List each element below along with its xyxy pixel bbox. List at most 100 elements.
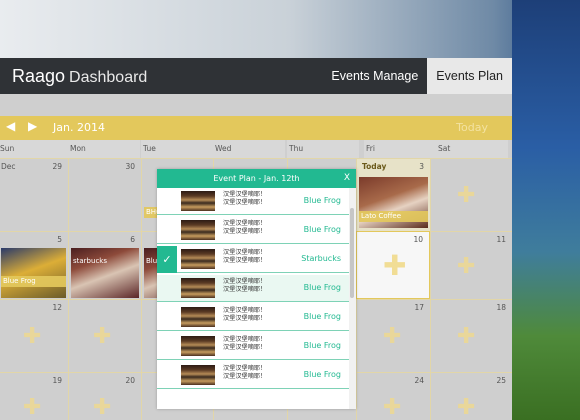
- calendar-day[interactable]: 24 ✚: [356, 372, 430, 420]
- day-number: 3: [419, 162, 424, 171]
- burger-thumbnail: [181, 365, 215, 385]
- calendar-day[interactable]: 19 ✚: [0, 372, 68, 420]
- day-number: 25: [496, 376, 506, 385]
- day-number: 17: [414, 303, 424, 312]
- day-number: 20: [125, 376, 135, 385]
- event-description: 汉堡汉堡嘀耶！ 汉堡汉堡嘀耶！: [223, 365, 267, 380]
- weekday-mon: Mon: [68, 140, 140, 158]
- dialog-header: Event Plan - Jan. 12th: [157, 169, 356, 188]
- day-number: 29: [52, 162, 62, 171]
- plus-icon[interactable]: ✚: [457, 397, 475, 419]
- burger-thumbnail: [181, 191, 215, 211]
- event-description: 汉堡汉堡嘀耶！ 汉堡汉堡嘀耶！: [223, 336, 267, 351]
- plus-icon[interactable]: ✚: [383, 397, 401, 419]
- burger-thumbnail: [181, 249, 215, 269]
- main-tabs: Events Manage Events Plan: [322, 58, 512, 94]
- chevron-right-icon[interactable]: ▶: [28, 119, 37, 133]
- plus-icon[interactable]: ✚: [93, 326, 111, 348]
- plus-icon[interactable]: ✚: [457, 185, 475, 207]
- weekday-sun: Sun: [0, 140, 70, 158]
- event-tag: Lato Coffee: [359, 211, 428, 222]
- day-number: 11: [496, 235, 506, 244]
- day-number: 18: [496, 303, 506, 312]
- today-label: Today: [362, 162, 387, 171]
- event-description: 汉堡汉堡嘀耶！ 汉堡汉堡嘀耶！: [223, 191, 267, 206]
- day-number: 10: [413, 235, 423, 244]
- desktop-background-right: [512, 0, 580, 420]
- calendar-day[interactable]: ✚: [68, 299, 141, 372]
- brand-name: Raago: [12, 66, 66, 86]
- plus-icon[interactable]: ✚: [457, 326, 475, 348]
- check-icon[interactable]: ✓: [157, 246, 177, 273]
- event-option-row[interactable]: 汉堡汉堡嘀耶！ 汉堡汉堡嘀耶！ Blue Frog: [157, 333, 349, 360]
- current-month-label: Jan. 2014: [53, 121, 105, 134]
- plus-icon[interactable]: ✚: [383, 252, 406, 280]
- calendar-day-today[interactable]: Today 3 Lato Coffee: [356, 158, 430, 231]
- burger-thumbnail: [181, 278, 215, 298]
- calendar-day[interactable]: 5 Blue Frog: [0, 231, 68, 299]
- tab-events-plan[interactable]: Events Plan: [427, 58, 512, 94]
- month-label-dec: Dec: [1, 162, 16, 171]
- calendar-day[interactable]: Dec 29: [0, 158, 68, 231]
- close-icon[interactable]: X: [344, 169, 350, 188]
- calendar-day[interactable]: 25 ✚: [430, 372, 512, 420]
- venue-name: Blue Frog: [303, 370, 341, 379]
- event-option-row[interactable]: 汉堡汉堡嘀耶！ 汉堡汉堡嘀耶！ Blue Frog: [157, 217, 349, 244]
- weekday-thu: Thu: [287, 140, 359, 158]
- event-plan-dialog: Event Plan - Jan. 12th X 汉堡汉堡嘀耶！ 汉堡汉堡嘀耶！ …: [157, 169, 356, 409]
- calendar-day[interactable]: 30: [68, 158, 141, 231]
- calendar-day[interactable]: 20 ✚: [68, 372, 141, 420]
- month-navigation-bar: ◀ ▶ Jan. 2014 Today: [0, 116, 512, 140]
- event-option-row[interactable]: 汉堡汉堡嘀耶！ 汉堡汉堡嘀耶！ Blue Frog: [157, 188, 349, 215]
- today-button[interactable]: Today: [456, 121, 488, 134]
- event-description: 汉堡汉堡嘀耶！ 汉堡汉堡嘀耶！: [223, 249, 267, 264]
- day-number: 30: [125, 162, 135, 171]
- venue-name: Blue Frog: [303, 312, 341, 321]
- calendar-day[interactable]: 6 starbucks: [68, 231, 141, 299]
- venue-name: Blue Frog: [303, 196, 341, 205]
- dialog-scrollbar[interactable]: [349, 188, 356, 409]
- calendar-day[interactable]: 11 ✚: [430, 231, 512, 299]
- event-tag: starbucks: [73, 257, 107, 265]
- burger-thumbnail: [181, 307, 215, 327]
- event-tag: Blue Frog: [1, 276, 66, 287]
- event-option-row[interactable]: 汉堡汉堡嘀耶！ 汉堡汉堡嘀耶！ Blue Frog: [157, 304, 349, 331]
- day-number: 24: [414, 376, 424, 385]
- chevron-left-icon[interactable]: ◀: [6, 119, 15, 133]
- plus-icon[interactable]: ✚: [93, 397, 111, 419]
- day-number: 19: [52, 376, 62, 385]
- scrollbar-thumb[interactable]: [350, 208, 354, 298]
- plus-icon[interactable]: ✚: [23, 326, 41, 348]
- venue-name: Blue Frog: [303, 283, 341, 292]
- calendar-day[interactable]: ✚: [430, 158, 512, 231]
- event-option-row[interactable]: 汉堡汉堡嘀耶！ 汉堡汉堡嘀耶！ Blue Frog: [157, 362, 349, 389]
- event-option-row[interactable]: 汉堡汉堡嘀耶！ 汉堡汉堡嘀耶！ Blue Frog: [157, 275, 349, 302]
- venue-name: Starbucks: [301, 254, 341, 263]
- event-description: 汉堡汉堡嘀耶！ 汉堡汉堡嘀耶！: [223, 307, 267, 322]
- top-navigation-bar: Raago Dashboard Events Manage Events Plan: [0, 58, 512, 94]
- venue-name: Blue Frog: [303, 225, 341, 234]
- calendar-day-selected[interactable]: 10 ✚: [356, 231, 430, 299]
- app-brand: Raago Dashboard: [12, 66, 147, 87]
- day-number: 5: [57, 235, 62, 244]
- weekday-tue: Tue: [141, 140, 213, 158]
- event-option-row-checked[interactable]: ✓ 汉堡汉堡嘀耶！ 汉堡汉堡嘀耶！ Starbucks: [157, 246, 349, 273]
- weekday-fri: Fri: [364, 140, 436, 158]
- plus-icon[interactable]: ✚: [23, 397, 41, 419]
- brand-subtitle: Dashboard: [69, 69, 148, 86]
- dialog-title: Event Plan - Jan. 12th: [213, 174, 300, 183]
- day-number: 6: [130, 235, 135, 244]
- desktop-background-top: [0, 0, 580, 58]
- plus-icon[interactable]: ✚: [457, 256, 475, 278]
- burger-thumbnail: [181, 336, 215, 356]
- tab-events-manage[interactable]: Events Manage: [322, 58, 427, 94]
- event-description: 汉堡汉堡嘀耶！ 汉堡汉堡嘀耶！: [223, 278, 267, 293]
- calendar-day[interactable]: 17 ✚: [356, 299, 430, 372]
- calendar-day[interactable]: 12 ✚: [0, 299, 68, 372]
- burger-thumbnail: [181, 220, 215, 240]
- event-photo: [1, 248, 66, 298]
- day-number: 12: [52, 303, 62, 312]
- event-description: 汉堡汉堡嘀耶！ 汉堡汉堡嘀耶！: [223, 220, 267, 235]
- calendar-day[interactable]: 18 ✚: [430, 299, 512, 372]
- plus-icon[interactable]: ✚: [383, 326, 401, 348]
